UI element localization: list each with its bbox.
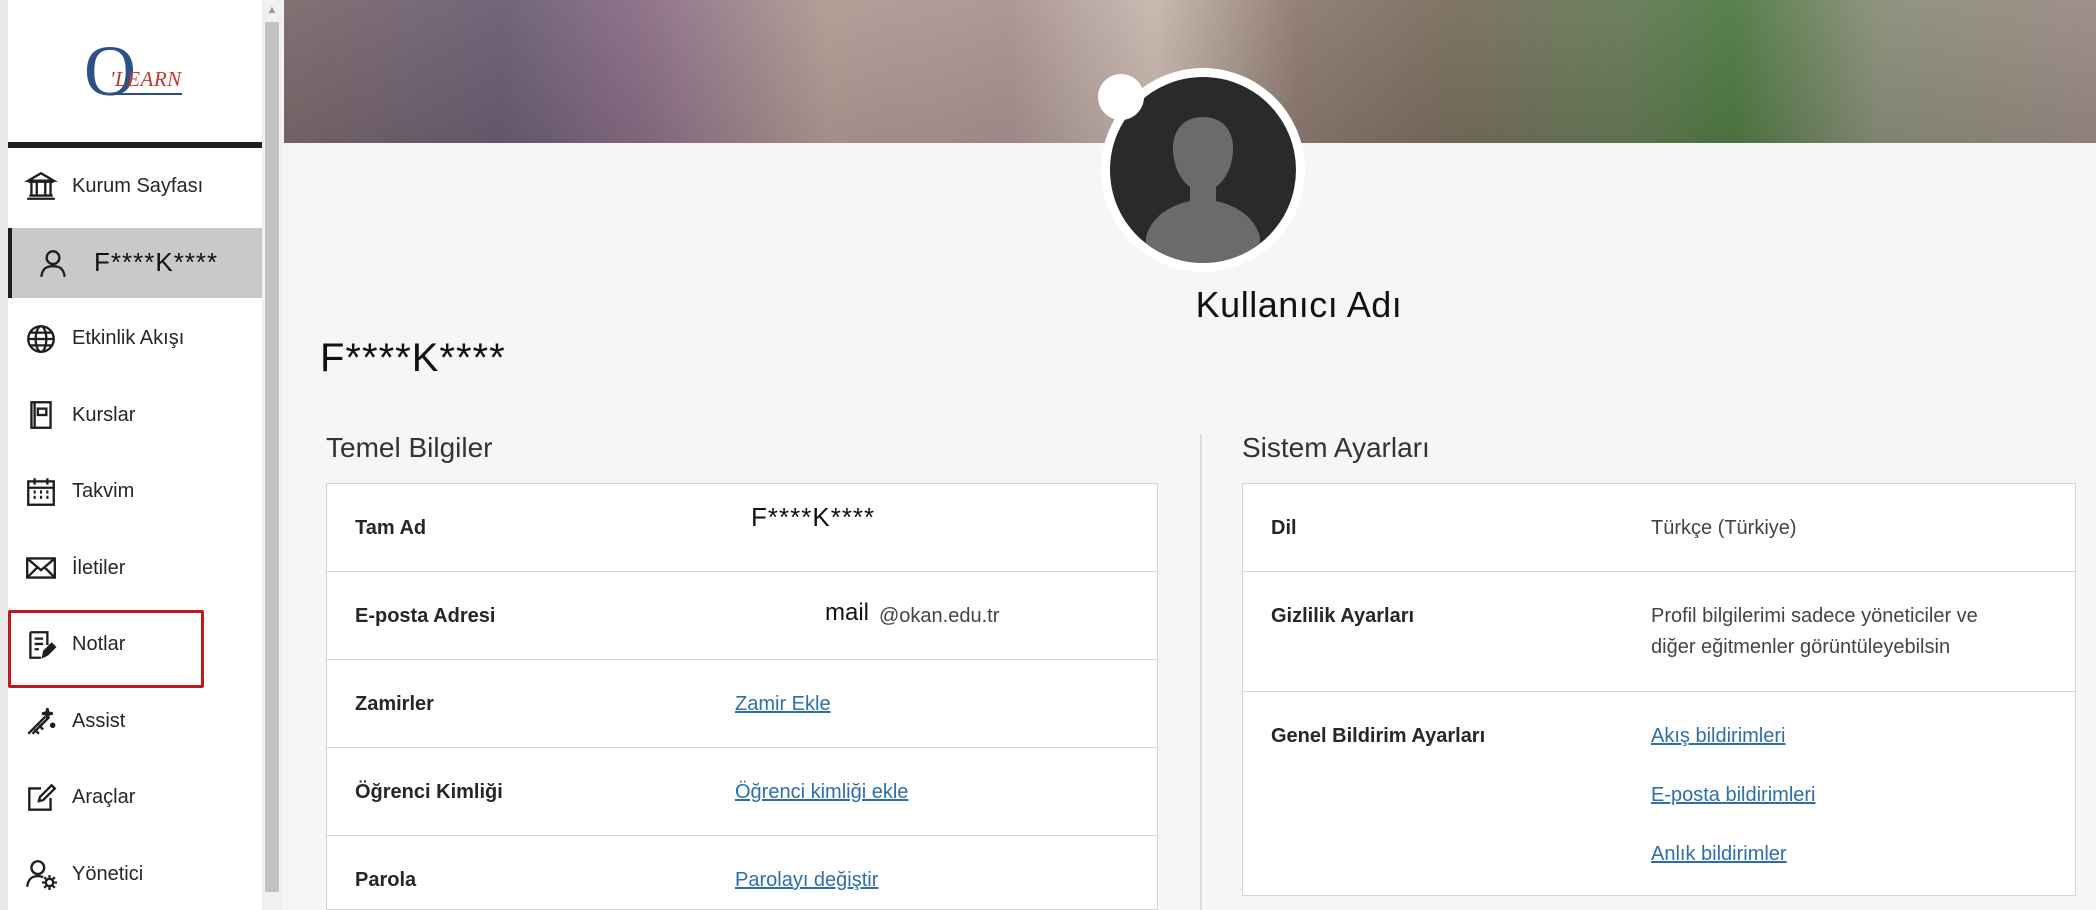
table-row: Parola Parolayı değiştir — [327, 836, 1157, 910]
logo-learn: 'LEARN — [110, 67, 182, 95]
grades-icon — [22, 626, 60, 664]
sidebar-item-iletiler[interactable]: İletiler — [8, 530, 262, 607]
sidebar-item-label: Kurslar — [72, 403, 136, 426]
scrollbar-thumb[interactable] — [265, 22, 279, 892]
sidebar-nav: Kurum Sayfası F****K**** Etkinlik Akışı … — [8, 148, 262, 910]
sidebar-item-kurum-sayfasi[interactable]: Kurum Sayfası — [8, 148, 262, 225]
scroll-up-arrow-icon[interactable]: ▲ — [262, 0, 282, 20]
tools-icon — [22, 779, 60, 817]
table-row: Genel Bildirim Ayarları Akış bildirimler… — [1243, 692, 2075, 897]
email-domain-value: @okan.edu.tr — [879, 605, 1000, 627]
basic-info-title: Temel Bilgiler — [326, 432, 493, 463]
system-settings-title: Sistem Ayarları — [1242, 432, 1430, 463]
add-pronouns-link[interactable]: Zamir Ekle — [735, 689, 831, 719]
sidebar-item-etkinlik-akisi[interactable]: Etkinlik Akışı — [8, 301, 262, 378]
full-name-value: F****K**** — [751, 502, 876, 532]
calendar-icon — [22, 473, 60, 511]
olearn-logo[interactable]: O 'LEARN — [80, 31, 190, 111]
table-row: Gizlilik Ayarları Profil bilgilerimi sad… — [1243, 572, 2075, 692]
sidebar-item-notlar[interactable]: Notlar — [8, 607, 262, 687]
row-label: E-posta Adresi — [355, 605, 496, 627]
row-label: Gizlilik Ayarları — [1271, 605, 1415, 627]
row-label: Öğrenci Kimliği — [355, 781, 503, 803]
table-row: Zamirler Zamir Ekle — [327, 660, 1157, 748]
sidebar-item-profile[interactable]: F****K**** — [8, 227, 262, 298]
avatar-edit-blob — [1098, 74, 1144, 120]
sidebar-item-yonetici[interactable]: Yönetici — [8, 836, 262, 910]
row-label: Tam Ad — [355, 517, 427, 539]
system-settings-card: Dil Türkçe (Türkiye) Gizlilik Ayarları P… — [1242, 483, 2076, 896]
stream-notifications-link[interactable]: Akış bildirimleri — [1651, 721, 1785, 751]
sidebar-item-label: Notlar — [72, 633, 126, 656]
table-row: Dil Türkçe (Türkiye) — [1243, 484, 2075, 572]
row-label: Parola — [355, 869, 417, 891]
language-value: Türkçe (Türkiye) — [1651, 517, 1797, 539]
sidebar-item-label: Yönetici — [72, 862, 144, 885]
row-label: Genel Bildirim Ayarları — [1271, 725, 1486, 747]
privacy-value-line1: Profil bilgilerimi sadece yöneticiler ve — [1651, 605, 1978, 627]
sidebar-item-label: İletiler — [72, 556, 126, 579]
sidebar: O 'LEARN Kurum Sayfası F****K**** Etkinl… — [0, 0, 262, 910]
sidebar-item-assist[interactable]: Assist — [8, 683, 262, 760]
user-full-name: F****K**** — [320, 336, 506, 380]
assist-icon — [22, 702, 60, 740]
institution-icon — [22, 167, 60, 205]
sidebar-item-label: Etkinlik Akışı — [72, 327, 185, 350]
table-row: Öğrenci Kimliği Öğrenci kimliği ekle — [327, 748, 1157, 836]
basic-info-card: Tam Ad F****K**** E-posta Adresi mail @o… — [326, 483, 1158, 910]
envelope-icon — [22, 549, 60, 587]
sidebar-item-label: Assist — [72, 709, 126, 732]
row-label: Zamirler — [355, 693, 434, 715]
display-name: Kullanıcı Adı — [1195, 284, 1403, 325]
section-divider — [1200, 434, 1202, 910]
sidebar-item-label: Takvim — [72, 480, 135, 503]
sidebar-item-label: Kurum Sayfası — [72, 174, 204, 197]
change-password-link[interactable]: Parolayı değiştir — [735, 865, 878, 895]
sidebar-item-takvim[interactable]: Takvim — [8, 454, 262, 531]
profile-page: Kullanıcı Adı F****K**** Temel Bilgiler … — [284, 0, 2096, 910]
table-row: E-posta Adresi mail @okan.edu.tr — [327, 572, 1157, 660]
book-icon — [22, 396, 60, 434]
admin-icon — [22, 855, 60, 893]
sidebar-item-label: F****K**** — [94, 247, 219, 277]
logo-area: O 'LEARN — [8, 0, 262, 148]
globe-icon — [22, 320, 60, 358]
push-notifications-link[interactable]: Anlık bildirimler — [1651, 839, 1787, 869]
row-label: Dil — [1271, 517, 1297, 539]
sidebar-item-araclar[interactable]: Araçlar — [8, 760, 262, 837]
table-row: Tam Ad F****K**** — [327, 484, 1157, 572]
email-user-value: mail — [825, 599, 870, 626]
sidebar-scrollbar[interactable]: ▲ — [262, 0, 282, 910]
sidebar-item-kurslar[interactable]: Kurslar — [8, 377, 262, 454]
add-student-id-link[interactable]: Öğrenci kimliği ekle — [735, 777, 908, 807]
sidebar-item-label: Araçlar — [72, 786, 136, 809]
email-notifications-link[interactable]: E-posta bildirimleri — [1651, 780, 1816, 810]
user-icon — [34, 244, 72, 282]
privacy-value-line2: diğer eğitmenler görüntüleyebilsin — [1651, 636, 1951, 658]
